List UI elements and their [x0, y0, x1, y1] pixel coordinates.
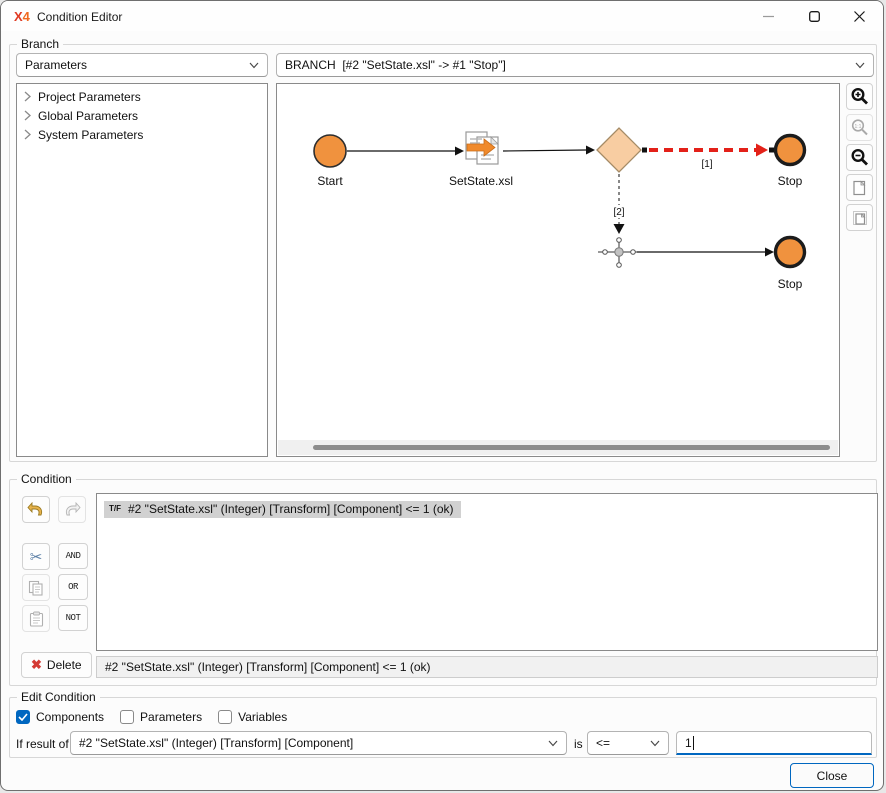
close-button[interactable]: Close — [790, 763, 874, 788]
zoom-in-icon — [850, 87, 869, 106]
comparison-value-text: 1 — [685, 736, 692, 750]
condition-group: Condition ✂ AND OR — [9, 479, 877, 686]
not-button[interactable]: NOT — [58, 605, 88, 631]
chevron-down-icon — [855, 62, 865, 69]
paste-button[interactable] — [22, 605, 50, 632]
maximize-icon — [809, 11, 820, 22]
delete-x-icon: ✖ — [31, 657, 42, 673]
undo-icon — [27, 502, 45, 517]
edge-1-label: [1] — [701, 159, 712, 170]
operator-select[interactable]: <= — [587, 731, 669, 755]
chevron-right-icon — [24, 91, 31, 102]
branch-group-label: Branch — [17, 37, 63, 51]
branch-select[interactable]: BRANCH [#2 "SetState.xsl" -> #1 "Stop"] — [276, 53, 874, 77]
tree-item-system-parameters[interactable]: System Parameters — [17, 125, 267, 144]
is-label: is — [574, 737, 583, 751]
redo-button[interactable] — [58, 496, 86, 523]
close-window-button[interactable] — [837, 1, 882, 31]
minimize-icon — [763, 11, 774, 22]
scrollbar-thumb[interactable] — [313, 445, 830, 450]
copy-icon — [28, 580, 44, 596]
parameter-tree: Project Parameters Global Parameters Sys… — [16, 83, 268, 457]
svg-text:1:1: 1:1 — [855, 124, 862, 130]
branch-group: Branch Parameters BRANCH [#2 "SetState.x… — [9, 44, 877, 462]
parameter-scope-value: Parameters — [25, 58, 87, 72]
condition-preview-bar: #2 "SetState.xsl" (Integer) [Transform] … — [96, 656, 878, 678]
zoom-original-icon: 1:1 — [850, 118, 869, 137]
checkbox-variables[interactable]: Variables — [218, 710, 287, 724]
edge-2-false-branch[interactable] — [610, 174, 628, 234]
node-stop-2-label: Stop — [778, 277, 803, 291]
page-icon — [852, 180, 867, 196]
checkbox-components[interactable]: Components — [16, 710, 104, 724]
checkbox-icon — [218, 710, 232, 724]
node-start-label: Start — [317, 174, 343, 188]
undo-button[interactable] — [22, 496, 50, 523]
edit-condition-group-label: Edit Condition — [17, 690, 100, 704]
redo-icon — [63, 502, 81, 517]
parameter-scope-select[interactable]: Parameters — [16, 53, 268, 77]
edge-1-true-branch[interactable] — [642, 144, 774, 157]
zoom-original-button[interactable]: 1:1 — [846, 114, 873, 141]
fit-selection-button[interactable] — [846, 204, 873, 231]
clipboard-icon — [29, 611, 44, 627]
title-bar: X4 Condition Editor — [1, 1, 883, 31]
fit-page-button[interactable] — [846, 174, 873, 201]
chevron-down-icon — [650, 740, 660, 747]
maximize-button[interactable] — [792, 1, 837, 31]
comparison-value-input[interactable]: 1 — [676, 731, 872, 755]
condition-group-label: Condition — [17, 472, 76, 486]
operator-value: <= — [596, 736, 610, 750]
branch-select-value: BRANCH [#2 "SetState.xsl" -> #1 "Stop"] — [285, 58, 506, 72]
node-transform-label: SetState.xsl — [449, 174, 513, 188]
chevron-down-icon — [249, 62, 259, 69]
minimize-button[interactable] — [746, 1, 791, 31]
cut-button[interactable]: ✂ — [22, 543, 50, 570]
node-condition-diamond[interactable] — [597, 128, 641, 172]
tree-item-global-parameters[interactable]: Global Parameters — [17, 106, 267, 125]
zoom-out-button[interactable] — [846, 144, 873, 171]
condition-list[interactable]: T/F #2 "SetState.xsl" (Integer) [Transfo… — [96, 493, 878, 651]
text-caret — [693, 736, 694, 750]
edit-condition-group: Edit Condition Components Parameters Var… — [9, 697, 877, 758]
tree-item-project-parameters[interactable]: Project Parameters — [17, 87, 267, 106]
check-icon — [18, 713, 28, 721]
edge-2-label: [2] — [613, 207, 624, 218]
x4-logo-icon: X4 — [14, 9, 30, 24]
node-junction[interactable] — [598, 238, 637, 268]
node-start[interactable] — [314, 135, 346, 167]
chevron-down-icon — [548, 740, 558, 747]
delete-button[interactable]: ✖ Delete — [21, 652, 92, 678]
condition-list-item[interactable]: T/F #2 "SetState.xsl" (Integer) [Transfo… — [104, 501, 461, 518]
window-title: Condition Editor — [37, 10, 122, 24]
workflow-diagram: Start SetState.xsl — [277, 84, 839, 440]
close-icon — [854, 11, 865, 22]
checkbox-icon — [16, 710, 30, 724]
or-button[interactable]: OR — [58, 574, 88, 600]
canvas-horizontal-scrollbar[interactable] — [278, 440, 838, 455]
if-result-of-label: If result of — [16, 737, 69, 751]
zoom-in-button[interactable] — [846, 83, 873, 110]
copy-button[interactable] — [22, 574, 50, 601]
result-of-value: #2 "SetState.xsl" (Integer) [Transform] … — [79, 736, 353, 750]
node-stop-1[interactable] — [776, 136, 805, 165]
and-button[interactable]: AND — [58, 543, 88, 569]
pages-icon — [852, 210, 868, 226]
workflow-canvas[interactable]: Start SetState.xsl — [276, 83, 840, 457]
true-false-icon: T/F — [109, 504, 121, 513]
chevron-right-icon — [24, 110, 31, 121]
condition-editor-dialog: X4 Condition Editor Branch Parameters BR… — [0, 0, 884, 791]
scissors-icon: ✂ — [30, 548, 43, 566]
node-transform-icon[interactable] — [466, 132, 498, 164]
zoom-out-icon — [850, 148, 869, 167]
node-stop-1-label: Stop — [778, 174, 803, 188]
node-stop-2[interactable] — [776, 238, 805, 267]
result-of-select[interactable]: #2 "SetState.xsl" (Integer) [Transform] … — [70, 731, 567, 755]
checkbox-icon — [120, 710, 134, 724]
checkbox-parameters[interactable]: Parameters — [120, 710, 202, 724]
chevron-right-icon — [24, 129, 31, 140]
